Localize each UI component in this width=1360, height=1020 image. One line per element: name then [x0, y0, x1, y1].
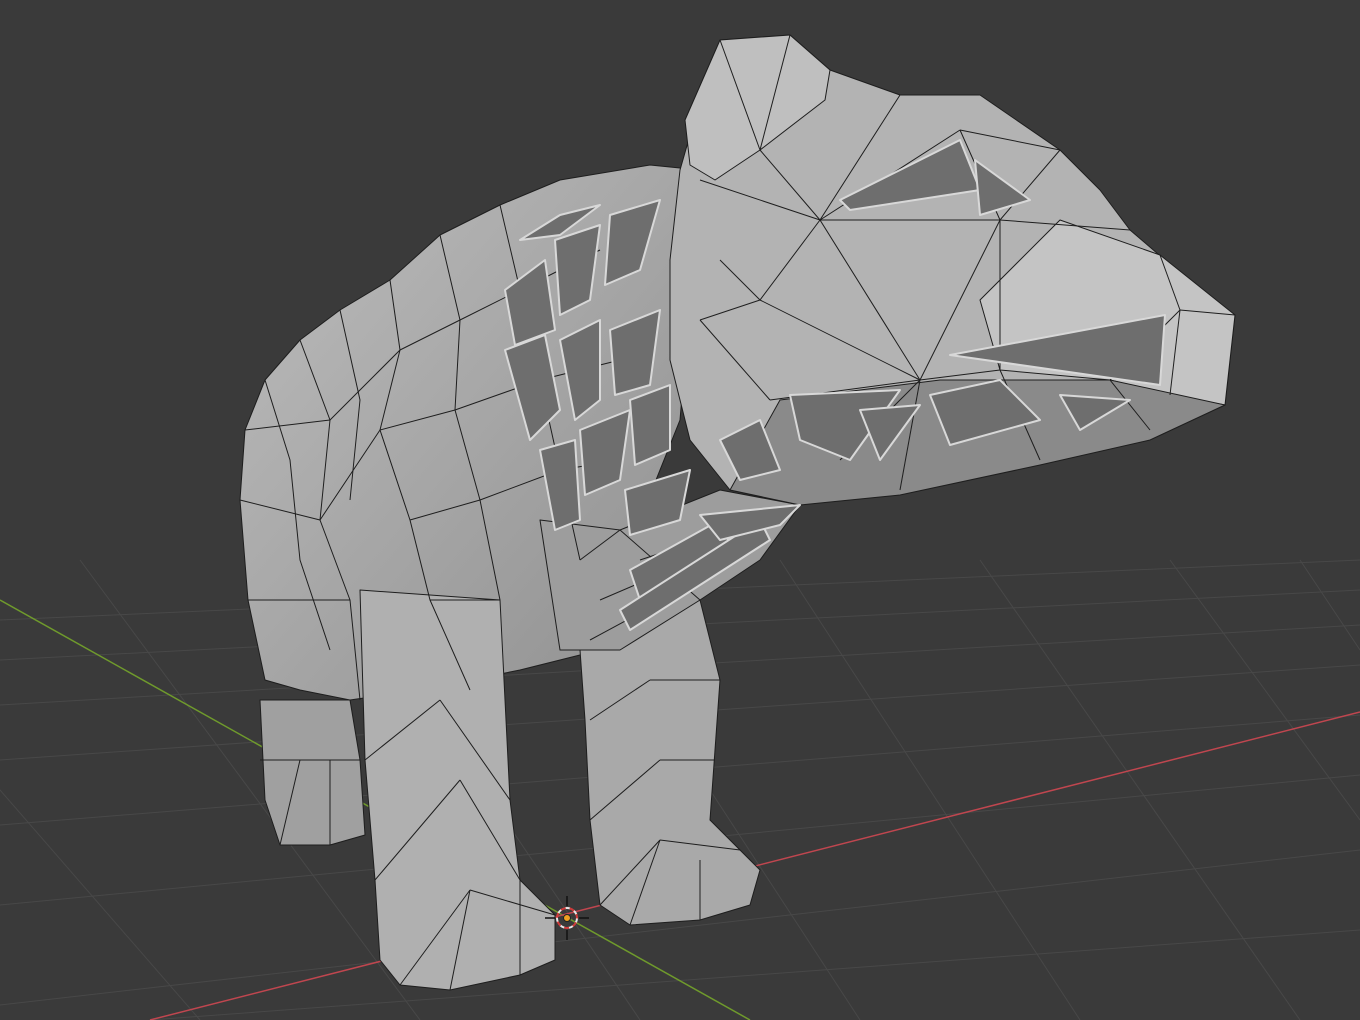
origin-dot-icon	[563, 914, 571, 922]
bear-rear-leg-back	[259, 699, 366, 846]
3d-viewport[interactable]	[0, 0, 1360, 1020]
viewport-canvas[interactable]	[0, 0, 1360, 1020]
